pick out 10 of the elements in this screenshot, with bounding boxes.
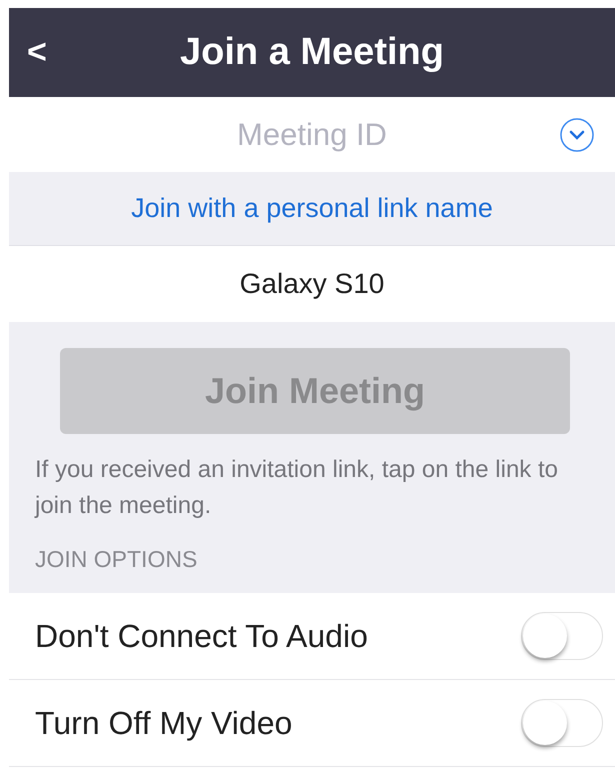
toggle-switch[interactable] [521,612,603,660]
help-text: If you received an invitation link, tap on the link to join the meeting. [35,455,559,521]
back-button[interactable]: < [23,33,51,72]
screen-title: Join a Meeting [180,31,444,74]
meeting-id-field[interactable]: Meeting ID [85,116,539,154]
dropdown-icon[interactable] [559,116,595,152]
toggle-switch[interactable] [521,699,603,747]
option-label: Don't Connect To Audio [35,618,368,654]
section-heading: JOIN OPTIONS [35,546,198,573]
option-label: Turn Off My Video [35,704,292,742]
